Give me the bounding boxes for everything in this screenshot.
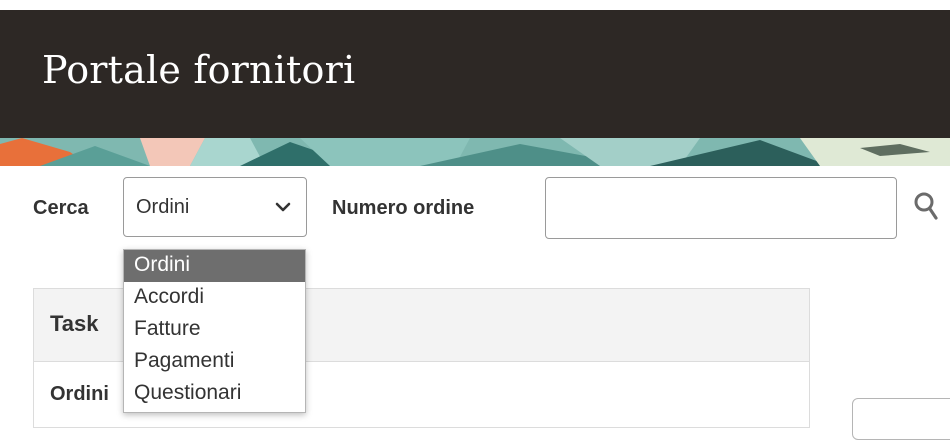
dropdown-option-pagamenti[interactable]: Pagamenti (124, 346, 305, 378)
tasks-row-label[interactable]: Ordini (50, 383, 109, 406)
tasks-heading: Task (50, 311, 99, 336)
search-label: Cerca (33, 197, 89, 219)
dropdown-option-questionari[interactable]: Questionari (124, 378, 305, 410)
chevron-down-icon (275, 202, 291, 212)
dropdown-option-accordi[interactable]: Accordi (124, 282, 305, 314)
app-header: Portale fornitori (0, 10, 950, 138)
order-number-label: Numero ordine (332, 197, 475, 219)
side-button[interactable] (852, 398, 950, 440)
banner-art (0, 138, 950, 166)
category-dropdown-list: Ordini Accordi Fatture Pagamenti Questio… (123, 249, 306, 413)
dropdown-option-fatture[interactable]: Fatture (124, 314, 305, 346)
top-strip (0, 0, 950, 10)
page-title: Portale fornitori (42, 48, 356, 92)
header-banner (0, 138, 950, 166)
selected-category: Ordini (136, 196, 190, 218)
order-number-input[interactable] (545, 177, 897, 239)
dropdown-option-ordini[interactable]: Ordini (124, 250, 305, 282)
search-icon[interactable] (912, 188, 944, 226)
search-category-select[interactable]: Ordini (123, 177, 307, 237)
